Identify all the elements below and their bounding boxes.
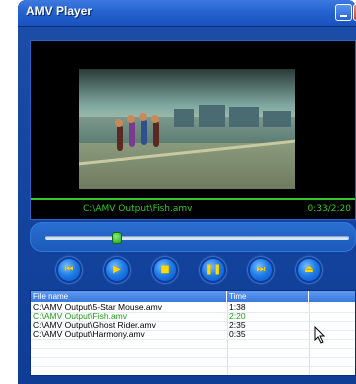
column-header-file-name[interactable]: File name <box>31 291 227 302</box>
next-icon: ⏭ <box>256 264 266 275</box>
playlist-time: 0:35 <box>229 329 246 339</box>
title-bar[interactable]: AMV Player <box>18 0 356 27</box>
playlist-row[interactable]: C:\AMV Output\Harmony.amv 0:35 <box>31 330 355 339</box>
playback-controls: ⏮ ▶ ■ ❚❚ ⏭ ⏏ <box>30 252 356 288</box>
window-title: AMV Player <box>26 4 93 18</box>
stop-button[interactable]: ■ <box>152 257 178 283</box>
eject-button[interactable]: ⏏ <box>296 257 322 283</box>
play-icon: ▶ <box>113 264 121 275</box>
playlist-file-name: C:\AMV Output\Harmony.amv <box>33 329 145 339</box>
player-window: AMV Player C:\AMV Output\Fish.amv 0:33/2… <box>18 0 356 384</box>
video-frame <box>79 69 295 189</box>
column-header-time[interactable]: Time <box>227 291 309 302</box>
seek-thumb[interactable] <box>112 232 122 244</box>
minimize-button[interactable] <box>335 4 352 21</box>
pause-icon: ❚❚ <box>204 264 222 275</box>
mouse-cursor-icon <box>314 326 326 344</box>
previous-icon: ⏮ <box>64 264 74 275</box>
eject-icon: ⏏ <box>304 264 314 275</box>
video-divider <box>31 198 355 200</box>
stop-icon: ■ <box>160 264 170 275</box>
seek-panel <box>30 222 356 252</box>
current-file-path: C:\AMV Output\Fish.amv <box>83 204 193 214</box>
playlist[interactable]: File name Time C:\AMV Output\5-Star Mous… <box>30 290 356 376</box>
video-display[interactable]: C:\AMV Output\Fish.amv 0:33/2:20 <box>30 40 356 220</box>
play-button[interactable]: ▶ <box>104 257 130 283</box>
time-display: 0:33/2:20 <box>307 204 351 214</box>
previous-button[interactable]: ⏮ <box>56 257 82 283</box>
playlist-header: File name Time <box>31 291 355 302</box>
pause-button[interactable]: ❚❚ <box>200 257 226 283</box>
seek-bar[interactable] <box>45 232 349 244</box>
next-button[interactable]: ⏭ <box>248 257 274 283</box>
